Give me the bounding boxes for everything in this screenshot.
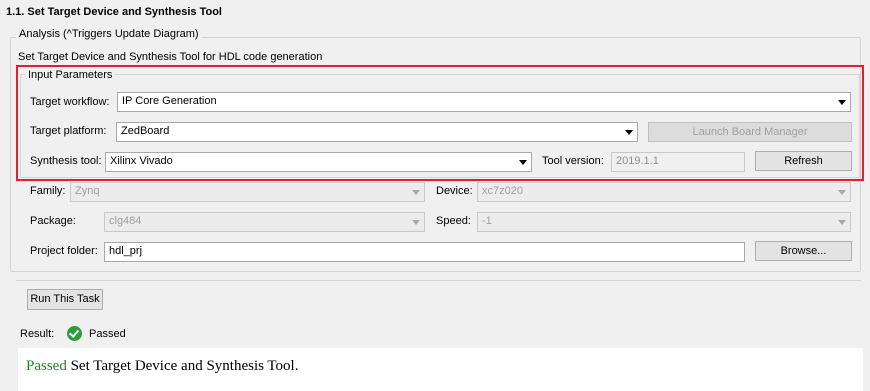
result-label: Result: [20, 328, 55, 340]
analysis-legend: Analysis (^Triggers Update Diagram) [16, 28, 202, 40]
tool-version-field: 2019.1.1 [611, 152, 745, 172]
speed-value: -1 [482, 215, 492, 227]
family-value: Zynq [75, 185, 100, 197]
project-folder-input[interactable]: hdl_prj [104, 242, 745, 262]
tool-version-label: Tool version: [542, 155, 604, 167]
target-platform-label: Target platform: [30, 125, 107, 137]
result-status: Passed [89, 328, 126, 340]
family-label: Family: [30, 185, 66, 197]
chevron-down-icon [838, 190, 846, 195]
check-circle-icon [67, 326, 82, 341]
target-workflow-label: Target workflow: [30, 96, 110, 108]
chevron-down-icon [412, 220, 420, 225]
task-description: Set Target Device and Synthesis Tool for… [18, 51, 323, 63]
target-platform-value: ZedBoard [121, 125, 170, 137]
chevron-down-icon [519, 160, 527, 165]
refresh-button[interactable]: Refresh [755, 151, 852, 171]
result-message-text: Set Target Device and Synthesis Tool. [66, 358, 299, 374]
chevron-down-icon [838, 220, 846, 225]
page-title: 1.1. Set Target Device and Synthesis Too… [6, 6, 222, 18]
device-label: Device: [436, 185, 473, 197]
family-dropdown[interactable]: Zynq [70, 182, 425, 202]
run-this-task-button[interactable]: Run This Task [27, 289, 103, 310]
speed-label: Speed: [436, 215, 471, 227]
device-value: xc7z020 [482, 185, 523, 197]
separator [16, 280, 861, 281]
browse-button[interactable]: Browse... [755, 241, 852, 261]
speed-dropdown[interactable]: -1 [477, 212, 851, 232]
launch-board-manager-button[interactable]: Launch Board Manager [648, 122, 852, 142]
chevron-down-icon [412, 190, 420, 195]
synthesis-tool-dropdown[interactable]: Xilinx Vivado [105, 152, 532, 172]
synthesis-tool-value: Xilinx Vivado [110, 155, 173, 167]
target-platform-dropdown[interactable]: ZedBoard [116, 122, 638, 142]
target-workflow-dropdown[interactable]: IP Core Generation [117, 92, 851, 112]
project-folder-label: Project folder: [30, 245, 98, 257]
chevron-down-icon [625, 130, 633, 135]
chevron-down-icon [838, 100, 846, 105]
device-dropdown[interactable]: xc7z020 [477, 182, 851, 202]
input-parameters-legend: Input Parameters [25, 69, 116, 81]
result-message-status: Passed [26, 358, 67, 374]
package-dropdown[interactable]: clg484 [104, 212, 425, 232]
result-message: Passed Set Target Device and Synthesis T… [26, 358, 298, 375]
synthesis-tool-label: Synthesis tool: [30, 155, 102, 167]
package-label: Package: [30, 215, 76, 227]
target-workflow-value: IP Core Generation [122, 95, 217, 107]
package-value: clg484 [109, 215, 142, 227]
